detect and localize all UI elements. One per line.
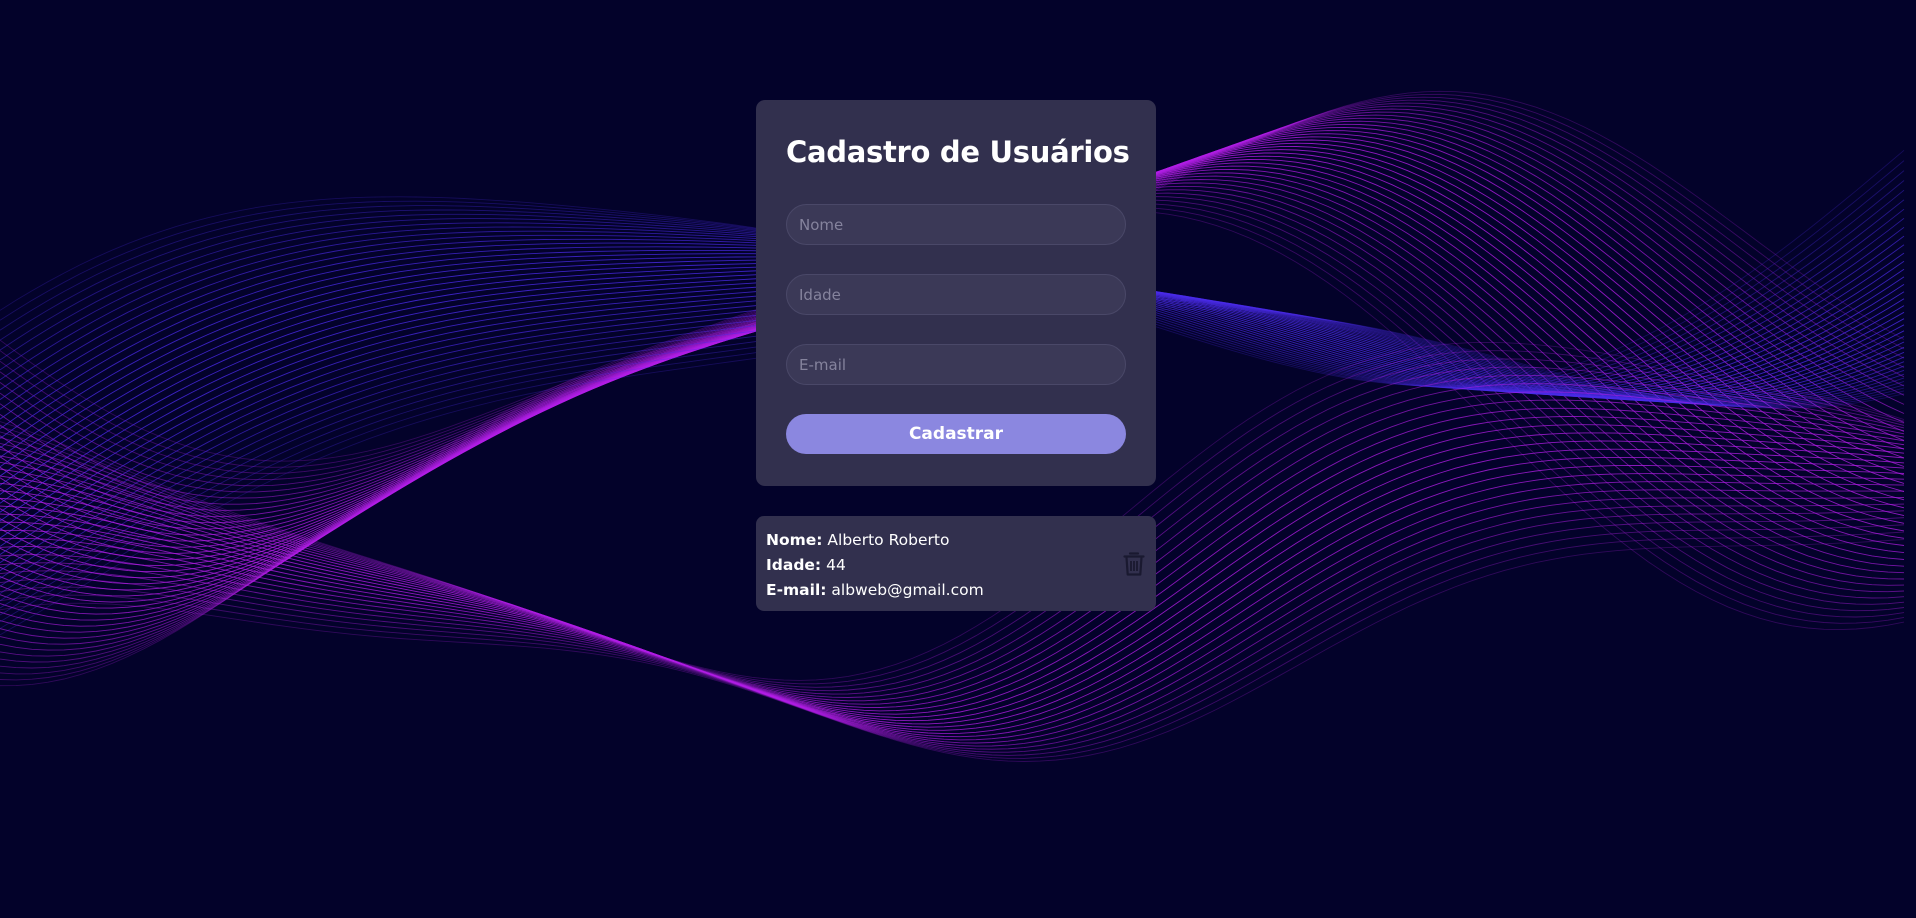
user-age-line: Idade: 44: [766, 553, 1146, 578]
user-name-label: Nome:: [766, 531, 823, 549]
delete-user-button[interactable]: [1121, 550, 1147, 578]
user-card: Nome: Alberto Roberto Idade: 44 E-mail: …: [756, 516, 1156, 611]
user-name-line: Nome: Alberto Roberto: [766, 528, 1146, 553]
user-email-line: E-mail: albweb@gmail.com: [766, 578, 1146, 603]
user-email-value: albweb@gmail.com: [831, 581, 984, 599]
trash-icon: [1123, 552, 1145, 576]
form-title: Cadastro de Usuários: [786, 135, 1130, 169]
user-age-value: 44: [826, 556, 846, 574]
page-background: Cadastro de Usuários Cadastrar Nome: Alb…: [0, 0, 1916, 918]
user-name-value: Alberto Roberto: [827, 531, 950, 549]
user-email-label: E-mail:: [766, 581, 827, 599]
register-button[interactable]: Cadastrar: [786, 414, 1126, 454]
age-input[interactable]: [786, 274, 1126, 315]
user-age-label: Idade:: [766, 556, 822, 574]
name-input[interactable]: [786, 204, 1126, 245]
email-input[interactable]: [786, 344, 1126, 385]
registration-form: Cadastro de Usuários Cadastrar: [756, 100, 1156, 486]
